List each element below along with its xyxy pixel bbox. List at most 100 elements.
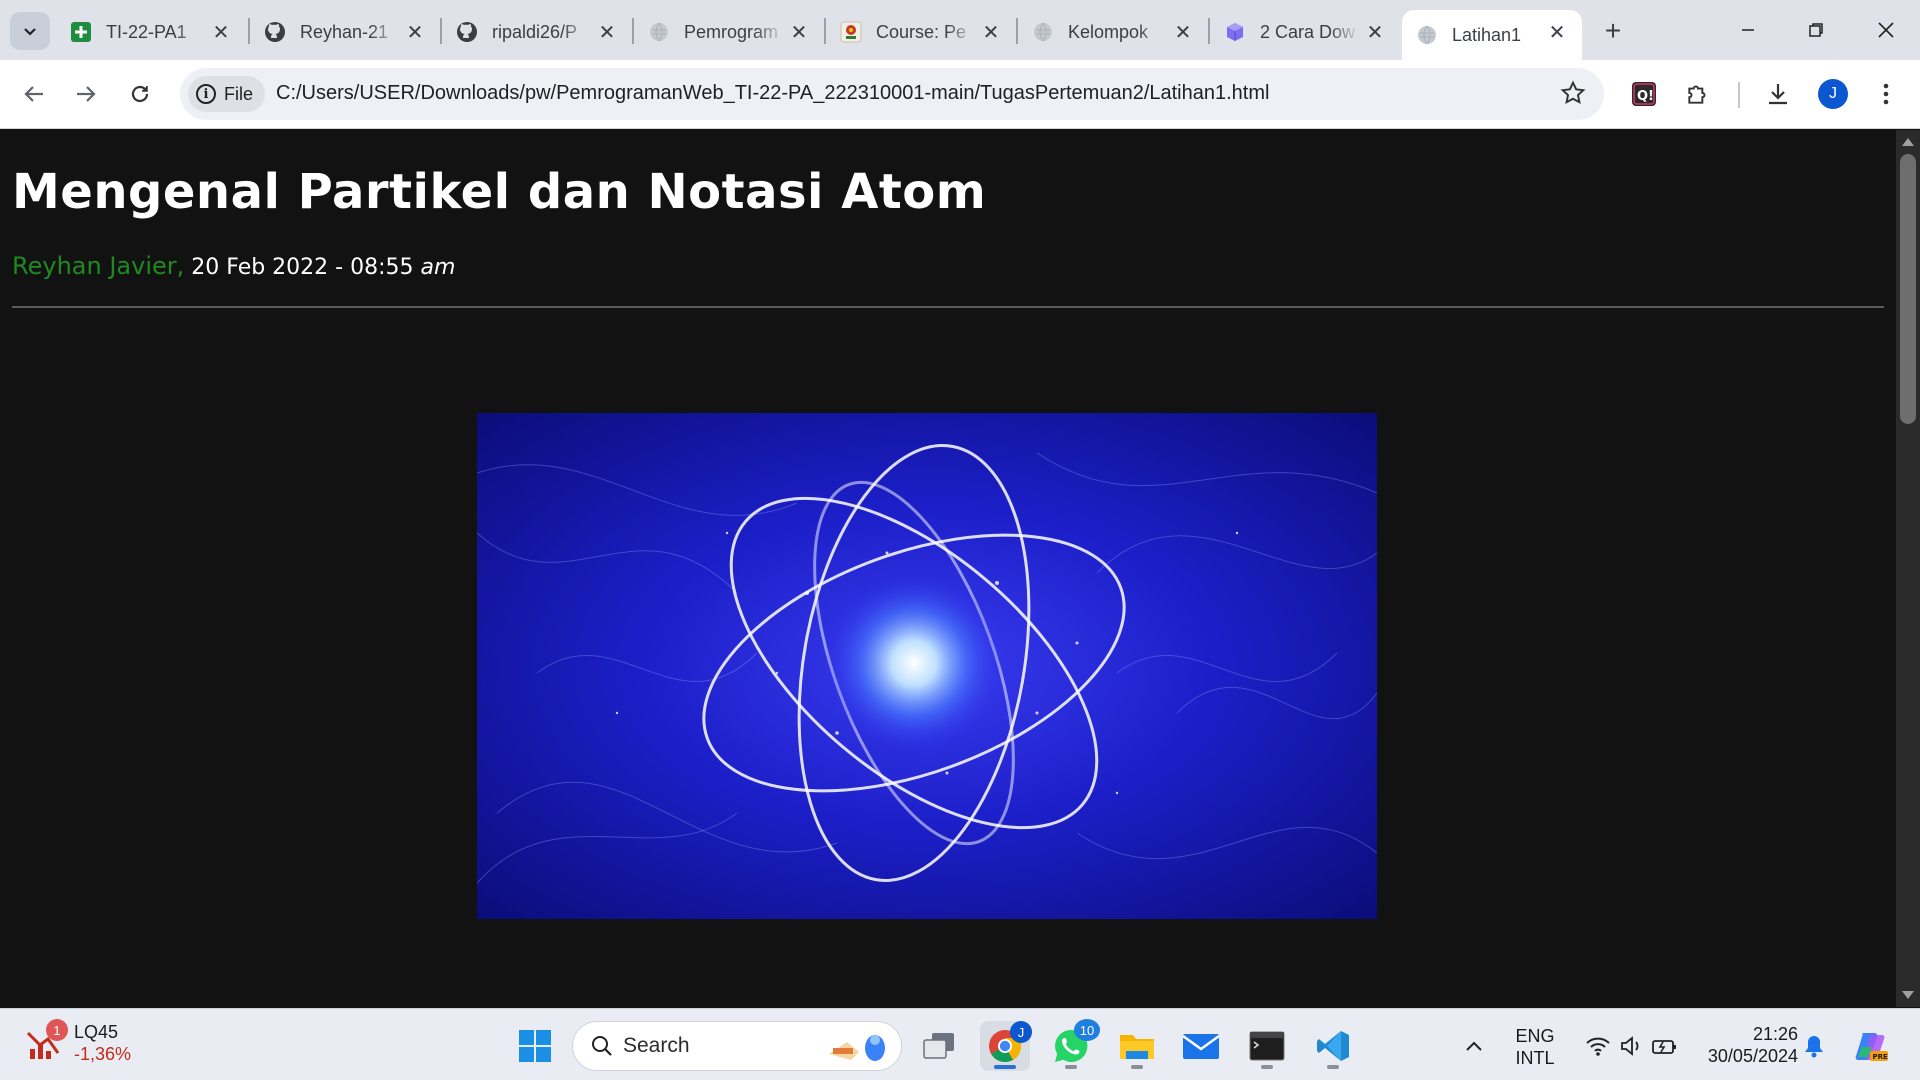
- close-window-button[interactable]: [1858, 10, 1914, 50]
- tab-cara-download[interactable]: 2 Cara Dow ✕: [1210, 10, 1400, 54]
- qa-extension-icon: Q!: [1632, 82, 1656, 106]
- battery-icon: [1652, 1040, 1676, 1054]
- author-name: Reyhan Javier,: [12, 252, 185, 280]
- back-button[interactable]: [14, 74, 54, 114]
- globe-icon: [648, 21, 670, 43]
- copilot-icon: PRE: [1855, 1033, 1889, 1061]
- avatar: J: [1818, 79, 1848, 109]
- tab-pemrograman[interactable]: Pemrogram ✕: [634, 10, 824, 54]
- scroll-down-icon[interactable]: [1902, 991, 1914, 999]
- vertical-scrollbar[interactable]: [1896, 130, 1920, 1007]
- task-view-button[interactable]: [914, 1021, 964, 1071]
- taskbar-mail[interactable]: [1176, 1021, 1226, 1071]
- language-indicator[interactable]: ENG INTL: [1508, 1025, 1562, 1069]
- download-icon: [1769, 84, 1787, 105]
- close-icon[interactable]: ✕: [1364, 21, 1386, 44]
- close-icon[interactable]: ✕: [596, 21, 618, 44]
- restore-icon: [1809, 23, 1823, 37]
- article-byline: Reyhan Javier, 20 Feb 2022 - 08:55 am: [12, 252, 455, 280]
- quick-settings-button[interactable]: [1576, 1021, 1688, 1071]
- notifications-button[interactable]: [1796, 1021, 1832, 1071]
- taskbar-search[interactable]: Search: [572, 1021, 902, 1071]
- tab-title: ripaldi26/P: [492, 21, 578, 42]
- close-icon[interactable]: ✕: [404, 21, 426, 44]
- scroll-up-icon[interactable]: [1902, 138, 1914, 146]
- url-text[interactable]: C:/Users/USER/Downloads/pw/PemrogramanWe…: [276, 82, 1269, 105]
- reload-icon: [131, 85, 149, 103]
- reload-button[interactable]: [120, 74, 160, 114]
- arrow-right-icon: [77, 86, 96, 102]
- close-icon[interactable]: ✕: [210, 21, 232, 44]
- tab-title: 2 Cara Dow: [1260, 21, 1356, 42]
- start-button[interactable]: [510, 1021, 560, 1071]
- tab-github-ripaldi[interactable]: ripaldi26/P ✕: [442, 10, 632, 54]
- minimize-button[interactable]: [1720, 10, 1776, 50]
- stock-widget[interactable]: 1 LQ45 -1,36%: [24, 1019, 131, 1065]
- windows-logo-icon: [519, 1030, 551, 1062]
- task-view-icon: [923, 1033, 954, 1059]
- tab-sheets[interactable]: TI-22-PA1 ✕: [56, 10, 246, 54]
- arrow-left-icon: [24, 86, 43, 102]
- publish-ampm: am: [420, 255, 456, 280]
- horizontal-rule: [12, 306, 1884, 308]
- svg-text:PRE: PRE: [1873, 1053, 1889, 1061]
- bookmark-star-icon[interactable]: [1560, 80, 1586, 111]
- minimize-icon: [1742, 29, 1754, 31]
- taskbar-chrome[interactable]: J: [980, 1021, 1032, 1071]
- tab-github-reyhan[interactable]: Reyhan-21 ✕: [250, 10, 440, 54]
- extensions-button[interactable]: [1678, 74, 1718, 114]
- tab-search-button[interactable]: [10, 12, 50, 50]
- restore-button[interactable]: [1788, 10, 1844, 50]
- stock-chart-icon: 1: [24, 1019, 68, 1063]
- profile-button[interactable]: J: [1813, 74, 1853, 114]
- globe-icon: [1032, 21, 1054, 43]
- taskbar-vscode[interactable]: [1308, 1021, 1358, 1071]
- tab-kelompok[interactable]: Kelompok ✕: [1018, 10, 1208, 54]
- tab-latihan1[interactable]: Latihan1 ✕: [1402, 10, 1582, 60]
- terminal-icon: [1249, 1031, 1285, 1061]
- scrollbar-thumb[interactable]: [1900, 154, 1916, 424]
- taskbar-file-explorer[interactable]: [1112, 1021, 1162, 1071]
- close-icon[interactable]: ✕: [1172, 21, 1194, 44]
- address-bar[interactable]: i File C:/Users/USER/Downloads/pw/Pemrog…: [180, 68, 1604, 120]
- site-info-chip[interactable]: i File: [188, 76, 266, 112]
- close-icon[interactable]: ✕: [980, 21, 1002, 44]
- downloads-button[interactable]: [1758, 74, 1798, 114]
- menu-button[interactable]: [1866, 74, 1906, 114]
- forward-button[interactable]: [66, 74, 106, 114]
- wifi-icon: [1586, 1037, 1610, 1056]
- volume-icon: [1621, 1036, 1639, 1056]
- bell-icon: [1805, 1036, 1823, 1058]
- folder-icon: [1120, 1035, 1154, 1059]
- language-code: ENG: [1515, 1026, 1555, 1046]
- site-info-label: File: [224, 83, 254, 104]
- whatsapp-badge: 10: [1074, 1019, 1100, 1041]
- new-tab-button[interactable]: +: [1598, 15, 1628, 46]
- tab-course[interactable]: Course: Pe ✕: [826, 10, 1016, 54]
- tab-title: Reyhan-21: [300, 21, 389, 42]
- extension-qa-button[interactable]: Q!: [1624, 74, 1664, 114]
- copilot-button[interactable]: PRE: [1846, 1021, 1896, 1071]
- search-icon: [592, 1036, 612, 1056]
- moodle-icon: [840, 21, 862, 43]
- more-vertical-icon: [1883, 83, 1889, 105]
- globe-icon: [1416, 24, 1438, 46]
- tab-title: Course: Pe: [876, 21, 967, 42]
- tab-title: Latihan1: [1452, 24, 1522, 45]
- close-icon[interactable]: ✕: [788, 21, 810, 44]
- close-icon: [1878, 22, 1894, 38]
- tab-title: TI-22-PA1: [106, 21, 187, 42]
- taskbar-terminal[interactable]: [1242, 1021, 1292, 1071]
- clock[interactable]: 21:26 30/05/2024: [1688, 1023, 1798, 1067]
- show-hidden-icons-button[interactable]: [1454, 1021, 1494, 1071]
- chevron-up-icon: [1466, 1041, 1482, 1051]
- taskbar-whatsapp[interactable]: 10: [1046, 1019, 1100, 1071]
- tab-title: Pemrogram: [684, 21, 779, 42]
- mail-icon: [1182, 1034, 1220, 1059]
- notification-badge: 1: [46, 1019, 68, 1041]
- page-content: Mengenal Partikel dan Notasi Atom Reyhan…: [0, 130, 1896, 1007]
- search-highlight-icon: [829, 1035, 885, 1061]
- publish-date: 20 Feb 2022 - 08:55: [191, 255, 414, 280]
- page-title: Mengenal Partikel dan Notasi Atom: [12, 164, 987, 220]
- close-icon[interactable]: ✕: [1546, 21, 1568, 44]
